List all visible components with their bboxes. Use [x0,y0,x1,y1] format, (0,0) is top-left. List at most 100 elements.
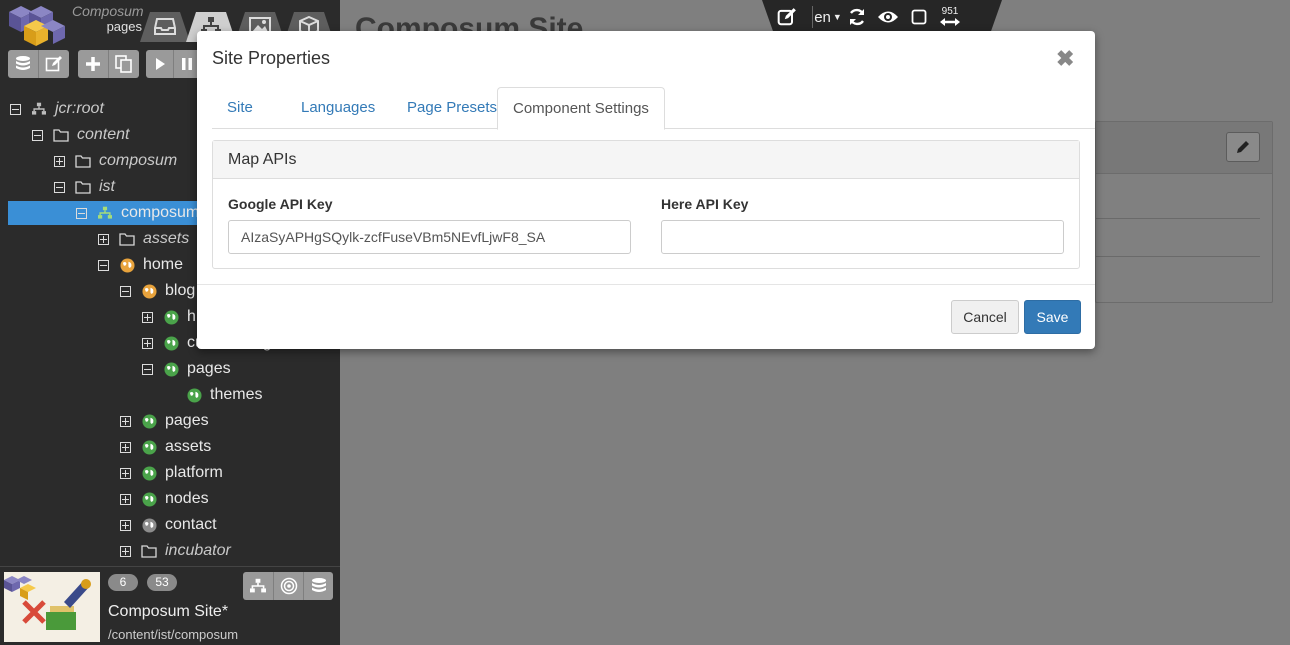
refresh-icon [849,8,865,26]
tree-node[interactable]: jcr:root [10,97,104,121]
footer-database-button[interactable] [303,572,333,600]
edit-icon [45,56,62,72]
cancel-button[interactable]: Cancel [951,300,1019,334]
google-api-key-label: Google API Key [228,196,333,212]
expand-icon[interactable] [120,441,131,453]
tree-node[interactable]: composum [54,149,177,173]
close-icon: ✖ [1056,46,1075,71]
globe-gray-icon [141,517,157,533]
globe-orange-icon [141,283,157,299]
expand-icon[interactable] [120,493,131,505]
tree-node[interactable]: assets [120,435,211,459]
expand-icon[interactable] [120,545,131,557]
width-value: 951 [941,6,959,17]
site-thumbnail [4,572,100,642]
tab-component-settings[interactable]: Component Settings [497,87,665,130]
expand-icon[interactable] [98,233,109,245]
dialog-title: Site Properties [212,48,331,68]
tab-page-presets[interactable]: Page Presets [392,87,512,129]
toolbar-group-2 [78,50,139,78]
collapse-icon[interactable] [54,181,65,193]
tree-node[interactable]: contact [120,513,217,537]
tab-languages[interactable]: Languages [286,87,390,129]
site-info-footer: 6 53 Composum Site* /content/ist/composu… [0,566,340,645]
tree-node-label: contact [165,516,217,533]
tree-node[interactable]: home [98,253,183,277]
tree-node[interactable]: nodes [120,487,209,511]
tree-node-label: ist [99,178,115,195]
site-title: Composum Site* [108,603,229,620]
tree-node[interactable]: content [32,123,129,147]
language-value: en [814,8,831,26]
tree-node[interactable]: ist [54,175,115,199]
tree-node-label: composum [99,152,178,169]
panel-edit-button[interactable] [1226,132,1260,162]
sitemap-icon [250,578,266,593]
globe-green-icon [141,439,157,455]
width-control[interactable]: 951 [933,0,967,34]
edit-button[interactable] [38,50,68,78]
square-icon [911,9,927,25]
plus-icon [86,57,100,71]
collapse-icon[interactable] [120,285,131,297]
tree-node-label: pages [187,360,231,377]
tree-node[interactable]: blog [120,279,195,303]
tree-node-label: h [187,308,196,325]
caret-down-icon: ▼ [832,12,842,22]
sitemap-icon [31,101,47,117]
dialog-footer: Cancel Save [197,284,1095,349]
add-button[interactable] [78,50,108,78]
frame-button[interactable] [905,0,933,34]
tree-node[interactable]: h [142,305,196,329]
language-select[interactable]: en ▼ [813,0,843,34]
expand-icon[interactable] [54,155,65,167]
page-toolbar: en ▼ 951 [762,0,1002,34]
close-button[interactable]: ✖ [1056,45,1074,73]
tree-node[interactable]: themes [186,383,262,407]
tree-node-label: nodes [165,490,209,507]
tree-node-label: jcr:root [55,100,104,117]
target-icon [280,577,297,595]
play-button[interactable] [146,50,173,78]
collapse-icon[interactable] [10,103,21,115]
dialog-tabs: Site Languages Page Presets Component Se… [212,87,1095,130]
google-api-key-input[interactable] [228,220,631,254]
footer-sitemap-button[interactable] [243,572,273,600]
tree-node[interactable]: assets [98,227,189,251]
tree-node-label: composum [121,204,200,221]
preview-button[interactable] [871,0,905,34]
tree-node-label: pages [165,412,209,429]
tree-node-label: blog [165,282,196,299]
footer-button-group [243,572,333,600]
globe-green-icon [141,413,157,429]
brand-name: Composum [72,3,144,19]
collapse-icon[interactable] [32,129,43,141]
refresh-button[interactable] [843,0,871,34]
collapse-icon[interactable] [142,363,153,375]
panel-divider [1096,256,1260,257]
collapse-icon[interactable] [76,207,87,219]
save-button[interactable]: Save [1024,300,1081,334]
footer-target-button[interactable] [273,572,303,600]
panel-divider [1096,218,1260,219]
properties-panel [1095,121,1273,303]
expand-icon[interactable] [120,519,131,531]
tab-site[interactable]: Site [212,87,268,129]
expand-icon[interactable] [120,415,131,427]
nav-tab-inbox[interactable] [140,12,190,42]
tree-node[interactable]: pages [120,409,209,433]
expand-icon[interactable] [120,467,131,479]
here-api-key-input[interactable] [661,220,1064,254]
tree-node[interactable]: platform [120,461,223,485]
pause-button[interactable] [173,50,200,78]
here-api-key-label: Here API Key [661,196,749,212]
folder-icon [75,179,91,195]
resize-horizontal-icon [940,18,960,26]
tree-node[interactable]: incubator [120,539,231,563]
expand-icon[interactable] [142,311,153,323]
copy-button[interactable] [108,50,138,78]
database-button[interactable] [8,50,38,78]
expand-icon[interactable] [142,337,153,349]
collapse-icon[interactable] [98,259,109,271]
tree-node[interactable]: pages [142,357,231,381]
